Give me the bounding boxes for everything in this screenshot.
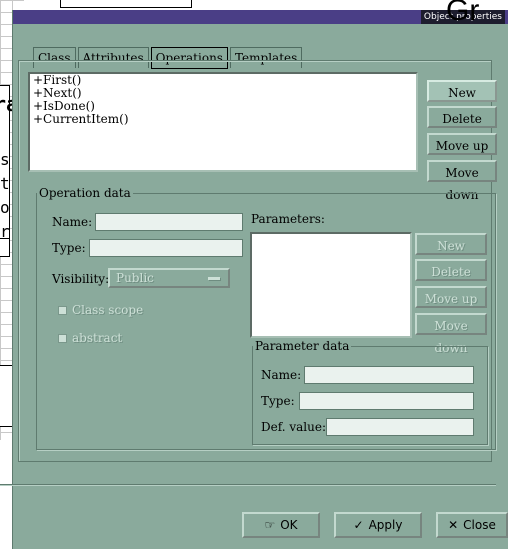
visibility-value: Public — [116, 271, 154, 285]
background-heading-fragment: Gr — [446, 0, 480, 27]
parameters-label: Parameters: — [251, 212, 325, 226]
parameter-type-field[interactable] — [299, 392, 474, 410]
abstract-label: abstract — [72, 331, 123, 345]
apply-button[interactable]: ✓ Apply — [334, 512, 422, 538]
close-button[interactable]: ✕ Close — [436, 512, 508, 538]
operation-data-legend: Operation data — [39, 186, 131, 200]
move-up-operation-button[interactable]: Move up — [427, 133, 497, 155]
operation-name-field[interactable] — [95, 213, 243, 231]
abstract-checkbox[interactable]: abstract — [58, 331, 122, 345]
operations-list[interactable]: +First() +Next() +IsDone() +CurrentItem(… — [28, 72, 418, 172]
background-attr-line: s — [0, 150, 10, 169]
move-down-parameter-button[interactable]: Move down — [415, 313, 487, 355]
visibility-dropdown[interactable]: Public — [108, 268, 230, 288]
visibility-label: Visibility: — [52, 272, 110, 286]
footer-separator — [0, 484, 496, 486]
hand-pointer-icon: ☞ — [264, 518, 276, 532]
new-operation-button[interactable]: New — [427, 80, 497, 102]
background-attr-line: r — [0, 222, 10, 241]
title-bar[interactable]: Object properties — [13, 10, 508, 24]
background-attr-line: t — [0, 174, 10, 193]
apply-label: Apply — [368, 518, 403, 532]
dropdown-indicator-icon — [208, 277, 220, 280]
background-attr-line: o — [0, 198, 10, 217]
checkbox-box — [58, 306, 67, 315]
list-item[interactable]: +CurrentItem() — [30, 113, 416, 126]
checkmark-icon: ✓ — [353, 518, 364, 532]
x-icon: ✕ — [448, 518, 459, 532]
parameters-list[interactable] — [250, 232, 412, 338]
param-type-label: Type: — [261, 394, 295, 408]
checkbox-box — [58, 334, 67, 343]
class-scope-label: Class scope — [72, 303, 144, 317]
parameter-data-legend: Parameter data — [255, 339, 350, 353]
move-up-parameter-button[interactable]: Move up — [415, 286, 487, 308]
close-label: Close — [463, 518, 496, 532]
name-label: Name: — [52, 215, 93, 229]
type-label: Type: — [52, 241, 86, 255]
delete-parameter-button[interactable]: Delete — [415, 259, 487, 281]
ok-button[interactable]: ☞ OK — [242, 512, 320, 538]
param-name-label: Name: — [261, 368, 302, 382]
delete-operation-button[interactable]: Delete — [427, 106, 497, 128]
move-down-operation-button[interactable]: Move down — [427, 160, 497, 202]
parameter-default-value-field[interactable] — [326, 418, 474, 436]
background-box-top — [60, 0, 192, 8]
param-def-value-label: Def. value: — [261, 420, 327, 434]
parameter-name-field[interactable] — [304, 366, 474, 384]
new-parameter-button[interactable]: New — [415, 233, 487, 255]
operation-type-field[interactable] — [89, 239, 243, 257]
class-scope-checkbox[interactable]: Class scope — [58, 303, 143, 317]
ok-label: OK — [280, 518, 298, 532]
list-item[interactable]: +First() — [30, 74, 416, 87]
